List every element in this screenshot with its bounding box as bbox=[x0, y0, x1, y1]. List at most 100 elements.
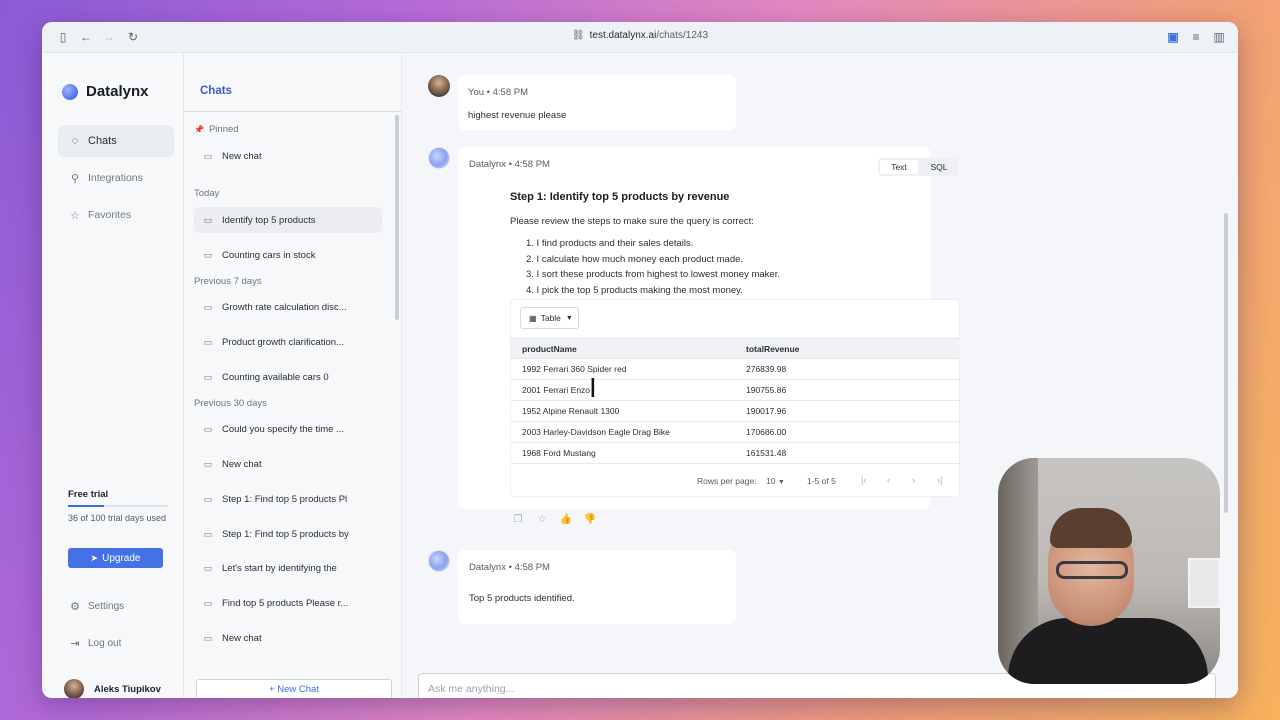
chat-item-label: Let's start by identifying the bbox=[222, 562, 337, 574]
split-view-icon[interactable]: ▥ bbox=[1212, 30, 1226, 44]
message-meta: Datalynx • 4:58 PM bbox=[469, 159, 550, 170]
next-page-icon[interactable]: › bbox=[912, 475, 915, 485]
rows-per-page-value: 10 bbox=[766, 476, 776, 486]
chevron-down-icon: ▼ bbox=[565, 314, 573, 322]
datalynx-avatar bbox=[428, 550, 450, 572]
chat-icon: ▭ bbox=[203, 336, 213, 347]
chat-item-label: New chat bbox=[222, 458, 262, 470]
webcam-person bbox=[1050, 508, 1132, 548]
webcam-background bbox=[1188, 558, 1220, 608]
chat-item[interactable]: ▭ New chat bbox=[194, 451, 382, 477]
logout-link[interactable]: ⇥ Log out bbox=[68, 637, 121, 650]
logout-label: Log out bbox=[88, 638, 122, 649]
toggle-sql[interactable]: SQL bbox=[920, 162, 958, 172]
upgrade-button[interactable]: ➤ Upgrade bbox=[68, 548, 163, 568]
gear-icon: ⚙ bbox=[70, 601, 80, 613]
last-page-icon[interactable]: ›| bbox=[937, 475, 942, 485]
chat-icon: ▭ bbox=[203, 249, 213, 260]
message-text: highest revenue please bbox=[468, 110, 567, 121]
chat-icon: ▭ bbox=[203, 301, 213, 312]
table-cell: 190755.86 bbox=[746, 385, 787, 395]
chat-item[interactable]: ▭ Growth rate calculation disc... bbox=[194, 294, 382, 320]
chat-item[interactable]: ▭ Product growth clarification... bbox=[194, 329, 382, 355]
section-label: Previous 7 days bbox=[194, 276, 262, 287]
chat-item-label: New chat bbox=[222, 632, 262, 644]
chat-item-label: Identify top 5 products bbox=[222, 214, 316, 226]
rocket-icon: ➤ bbox=[90, 552, 99, 563]
section-pinned: 📌 Pinned bbox=[194, 124, 239, 135]
chat-item-label: Counting cars in stock bbox=[222, 249, 316, 261]
review-text: Please review the steps to make sure the… bbox=[510, 216, 754, 227]
view-select-label: Table bbox=[540, 313, 561, 323]
column-header[interactable]: productName bbox=[522, 344, 577, 354]
chat-icon: ▭ bbox=[203, 214, 213, 225]
trial-progress-fill bbox=[68, 505, 104, 507]
chat-item[interactable]: ▭ Step 1: Find top 5 products by bbox=[194, 521, 382, 547]
logout-icon: ⇥ bbox=[70, 638, 80, 650]
conversation-scrollbar[interactable] bbox=[1224, 213, 1228, 513]
rows-per-page-select[interactable]: 10 ▼ bbox=[766, 476, 785, 486]
chat-item[interactable]: ▭ Identify top 5 products bbox=[194, 207, 382, 233]
toggle-text[interactable]: Text bbox=[880, 160, 918, 174]
extension-icon[interactable]: ▣ bbox=[1166, 30, 1180, 44]
chat-item[interactable]: ▭ Let's start by identifying the bbox=[194, 555, 382, 581]
chevron-down-icon: ▼ bbox=[777, 479, 785, 486]
chat-bubble-icon: ◌ bbox=[71, 135, 79, 147]
table-cell: 2003 Harley-Davidson Eagle Drag Bike bbox=[522, 427, 670, 437]
view-select[interactable]: ▦ Table ▼ bbox=[520, 307, 579, 329]
chat-icon: ▭ bbox=[203, 371, 213, 382]
address-bar[interactable]: ⛓ test.datalynx.ai/chats/1243 bbox=[42, 30, 1238, 41]
chat-item[interactable]: ▭ Could you specify the time ... bbox=[194, 416, 382, 442]
list-item: 3. I sort these products from highest to… bbox=[526, 269, 780, 281]
section-label: Today bbox=[194, 188, 220, 199]
section-today: Today bbox=[194, 188, 219, 199]
copy-icon[interactable]: ❐ bbox=[506, 514, 530, 525]
prev-page-icon[interactable]: ‹ bbox=[887, 475, 890, 485]
table-cell: 1968 Ford Mustang bbox=[522, 448, 596, 458]
chat-item-label: New chat bbox=[222, 150, 262, 162]
new-chat-button[interactable]: + New Chat bbox=[196, 679, 392, 698]
chat-item-label: Find top 5 products Please r... bbox=[222, 597, 349, 609]
user-avatar bbox=[428, 75, 450, 97]
list-item: 4. I pick the top 5 products making the … bbox=[526, 285, 743, 297]
nav-item-integrations[interactable]: ⚲ Integrations bbox=[58, 162, 174, 194]
thumbs-up-icon[interactable]: 👍 bbox=[554, 514, 578, 525]
trial-progress bbox=[68, 505, 168, 507]
column-header[interactable]: totalRevenue bbox=[746, 344, 799, 354]
chats-panel: Chats 📌 Pinned ▭ New chat Today ▭ Identify… bbox=[184, 53, 402, 698]
table-cell: 276839.98 bbox=[746, 364, 787, 374]
chat-icon: ▭ bbox=[203, 597, 213, 608]
table-header: productName totalRevenue bbox=[511, 338, 960, 359]
table-row: 2003 Harley-Davidson Eagle Drag Bike 170… bbox=[511, 422, 960, 443]
section-label: Previous 30 days bbox=[194, 398, 267, 409]
settings-link[interactable]: ⚙ Settings bbox=[68, 600, 124, 613]
chat-icon: ▭ bbox=[203, 423, 213, 434]
table-icon: ▦ bbox=[529, 313, 537, 323]
first-page-icon[interactable]: |‹ bbox=[861, 475, 866, 485]
chat-item[interactable]: ▭ Find top 5 products Please r... bbox=[194, 590, 382, 616]
chat-item[interactable]: ▭ New chat bbox=[194, 143, 382, 169]
star-icon[interactable]: ☆ bbox=[530, 514, 554, 525]
view-toggle: Text SQL bbox=[878, 158, 958, 176]
star-icon: ☆ bbox=[70, 209, 80, 222]
datalynx-logo-icon bbox=[62, 83, 78, 100]
chat-item-label: Product growth clarification... bbox=[222, 336, 344, 348]
user-profile[interactable]: Aleks Tiupikov bbox=[64, 679, 161, 698]
chat-item[interactable]: ▭ Step 1: Find top 5 products Pl bbox=[194, 486, 382, 512]
table-row: 1952 Alpine Renault 1300 190017.96 bbox=[511, 401, 960, 422]
webcam-overlay bbox=[998, 458, 1220, 684]
chat-item[interactable]: ▭ New chat bbox=[194, 625, 382, 651]
brand[interactable]: Datalynx bbox=[62, 83, 149, 100]
user-name: Aleks Tiupikov bbox=[94, 683, 161, 695]
thumbs-down-icon[interactable]: 👎 bbox=[578, 514, 602, 525]
text-cursor-icon: I bbox=[589, 374, 597, 404]
nav-item-chats[interactable]: ◌ Chats bbox=[58, 125, 174, 157]
chats-scrollbar[interactable] bbox=[395, 115, 399, 320]
reader-icon[interactable]: ≡ bbox=[1189, 30, 1203, 44]
chat-item[interactable]: ▭ Counting available cars 0 bbox=[194, 364, 382, 390]
chat-item[interactable]: ▭ Counting cars in stock bbox=[194, 242, 382, 268]
nav-item-favorites[interactable]: ☆ Favorites bbox=[58, 199, 174, 231]
divider bbox=[184, 111, 402, 112]
table-cell: 170686.00 bbox=[746, 427, 787, 437]
nav-label: Favorites bbox=[88, 209, 132, 221]
